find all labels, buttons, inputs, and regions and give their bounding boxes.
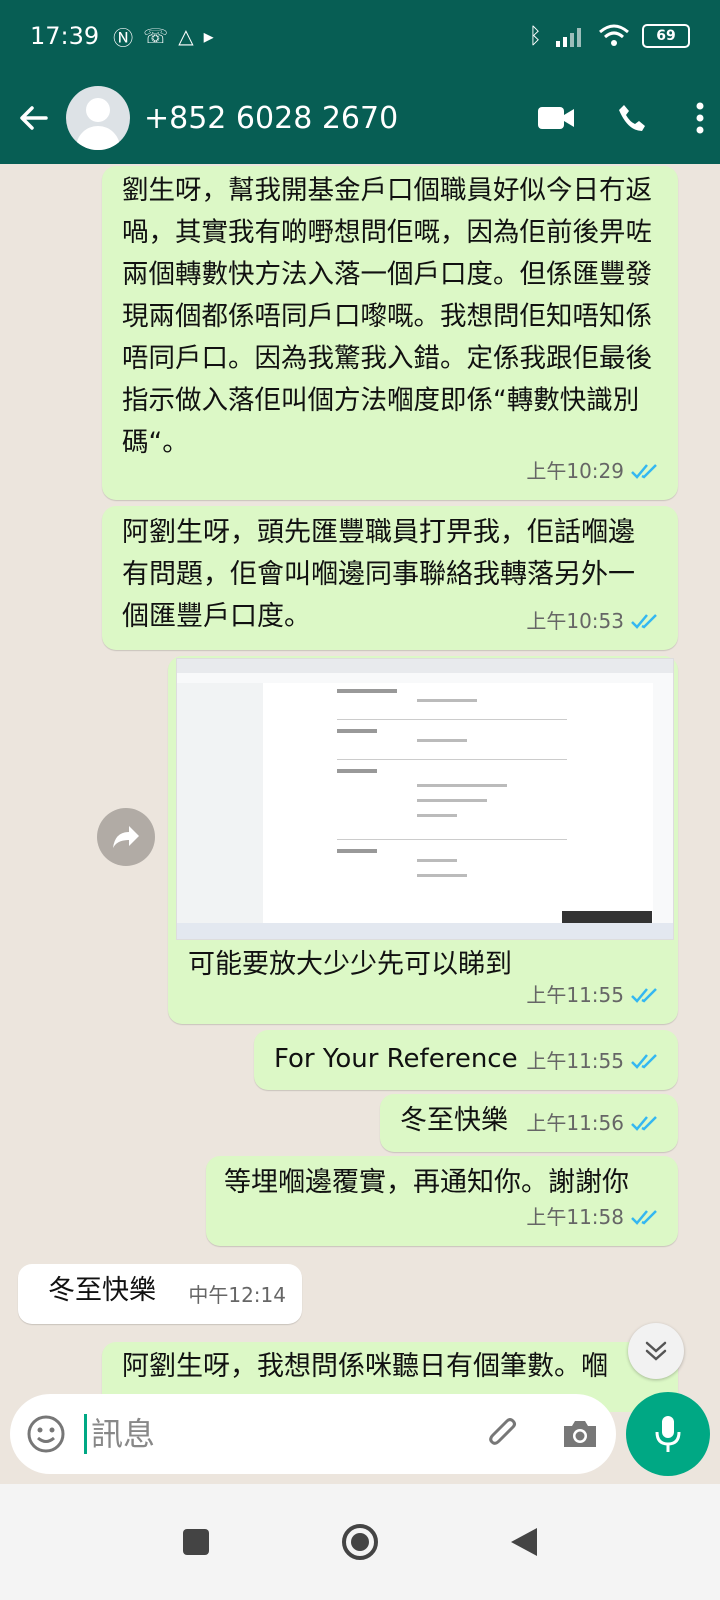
wifi-icon [599, 24, 629, 46]
drive-icon: △ [178, 24, 194, 48]
message-time: 上午11:58 [526, 1205, 624, 1229]
message-input-bar: 訊息 [10, 1394, 616, 1474]
message-bubble[interactable]: 冬至快樂 上午11:56 [380, 1094, 678, 1152]
message-text: 劉生呀，幫我開基金戶口個職員好似今日冇返喎，其實我有啲嘢想問佢嘅，因為佢前後畀咗… [122, 175, 652, 458]
play-icon: ▸ [203, 24, 214, 48]
message-input[interactable]: 訊息 [84, 1414, 484, 1454]
read-receipt-icon [631, 464, 657, 479]
avatar[interactable] [66, 86, 130, 150]
read-receipt-icon [631, 1054, 657, 1069]
battery-icon: 69 [642, 24, 690, 48]
video-call-icon[interactable] [536, 103, 576, 133]
forward-button[interactable] [97, 808, 155, 866]
recents-icon[interactable] [181, 1527, 211, 1557]
status-bar: 17:39 Ⓝ ☏ △ ▸ ᛒ 69 [0, 0, 720, 72]
missed-call-icon: ☏ [143, 24, 169, 48]
chat-area[interactable]: 劉生呀，幫我開基金戶口個職員好似今日冇返喎，其實我有啲嘢想問佢嘅，因為佢前後畀咗… [0, 164, 720, 1412]
read-receipt-icon [631, 1116, 657, 1131]
status-time: 17:39 [30, 22, 100, 50]
message-time: 上午11:55 [526, 1049, 624, 1073]
microphone-icon [655, 1416, 681, 1452]
message-time: 上午10:53 [526, 609, 624, 633]
message-meta: 上午11:55 [526, 1040, 660, 1082]
back-arrow-icon[interactable] [16, 100, 52, 136]
scroll-to-bottom-button[interactable] [628, 1323, 684, 1379]
nfc-icon: Ⓝ [113, 25, 134, 50]
message-meta: 上午11:56 [526, 1102, 660, 1144]
home-icon[interactable] [341, 1523, 379, 1561]
voice-message-button[interactable] [626, 1392, 710, 1476]
more-options-icon[interactable] [696, 102, 704, 134]
message-meta: 上午10:53 [526, 600, 660, 642]
bluetooth-icon: ᛒ [528, 23, 542, 49]
back-icon[interactable] [509, 1526, 539, 1558]
contact-name[interactable]: +852 6028 2670 [144, 101, 496, 136]
message-meta: 上午10:29 [526, 450, 660, 492]
emoji-icon[interactable] [26, 1414, 66, 1454]
incoming-message-bubble[interactable]: 冬至快樂 中午12:14 [18, 1264, 302, 1324]
message-bubble[interactable]: 阿劉生呀，頭先匯豐職員打畀我，佢話嗰邊有問題，佢會叫嗰邊同事聯絡我轉落另外一個匯… [102, 506, 678, 650]
image-caption: 可能要放大少少先可以睇到 [188, 949, 512, 980]
screenshot-image[interactable] [176, 658, 674, 940]
message-text: 阿劉生呀，我想問係咪聽日有個筆數。嗰 [122, 1351, 608, 1382]
message-time: 上午10:29 [526, 459, 624, 483]
double-chevron-down-icon [645, 1341, 667, 1361]
chat-header: +852 6028 2670 [0, 72, 720, 164]
message-meta: 中午12:14 [188, 1274, 286, 1316]
message-meta: 上午11:58 [526, 1196, 660, 1238]
forward-icon [113, 826, 139, 848]
message-time: 上午11:56 [526, 1111, 624, 1135]
message-time: 中午12:14 [188, 1283, 286, 1307]
signal-icon [556, 28, 581, 47]
attach-icon[interactable] [484, 1414, 524, 1454]
message-bubble[interactable]: 等埋嗰邊覆實，再通知你。謝謝你 上午11:58 [206, 1156, 678, 1246]
message-bubble[interactable]: For Your Reference 上午11:55 [254, 1030, 678, 1090]
read-receipt-icon [631, 614, 657, 629]
camera-icon[interactable] [560, 1416, 600, 1452]
message-meta: 上午11:55 [526, 974, 660, 1016]
system-nav-bar [0, 1484, 720, 1600]
message-time: 上午11:55 [526, 983, 624, 1007]
read-receipt-icon [631, 1210, 657, 1225]
phone-call-icon[interactable] [616, 102, 648, 134]
message-bubble[interactable]: 劉生呀，幫我開基金戶口個職員好似今日冇返喎，其實我有啲嘢想問佢嘅，因為佢前後畀咗… [102, 166, 678, 500]
read-receipt-icon [631, 988, 657, 1003]
